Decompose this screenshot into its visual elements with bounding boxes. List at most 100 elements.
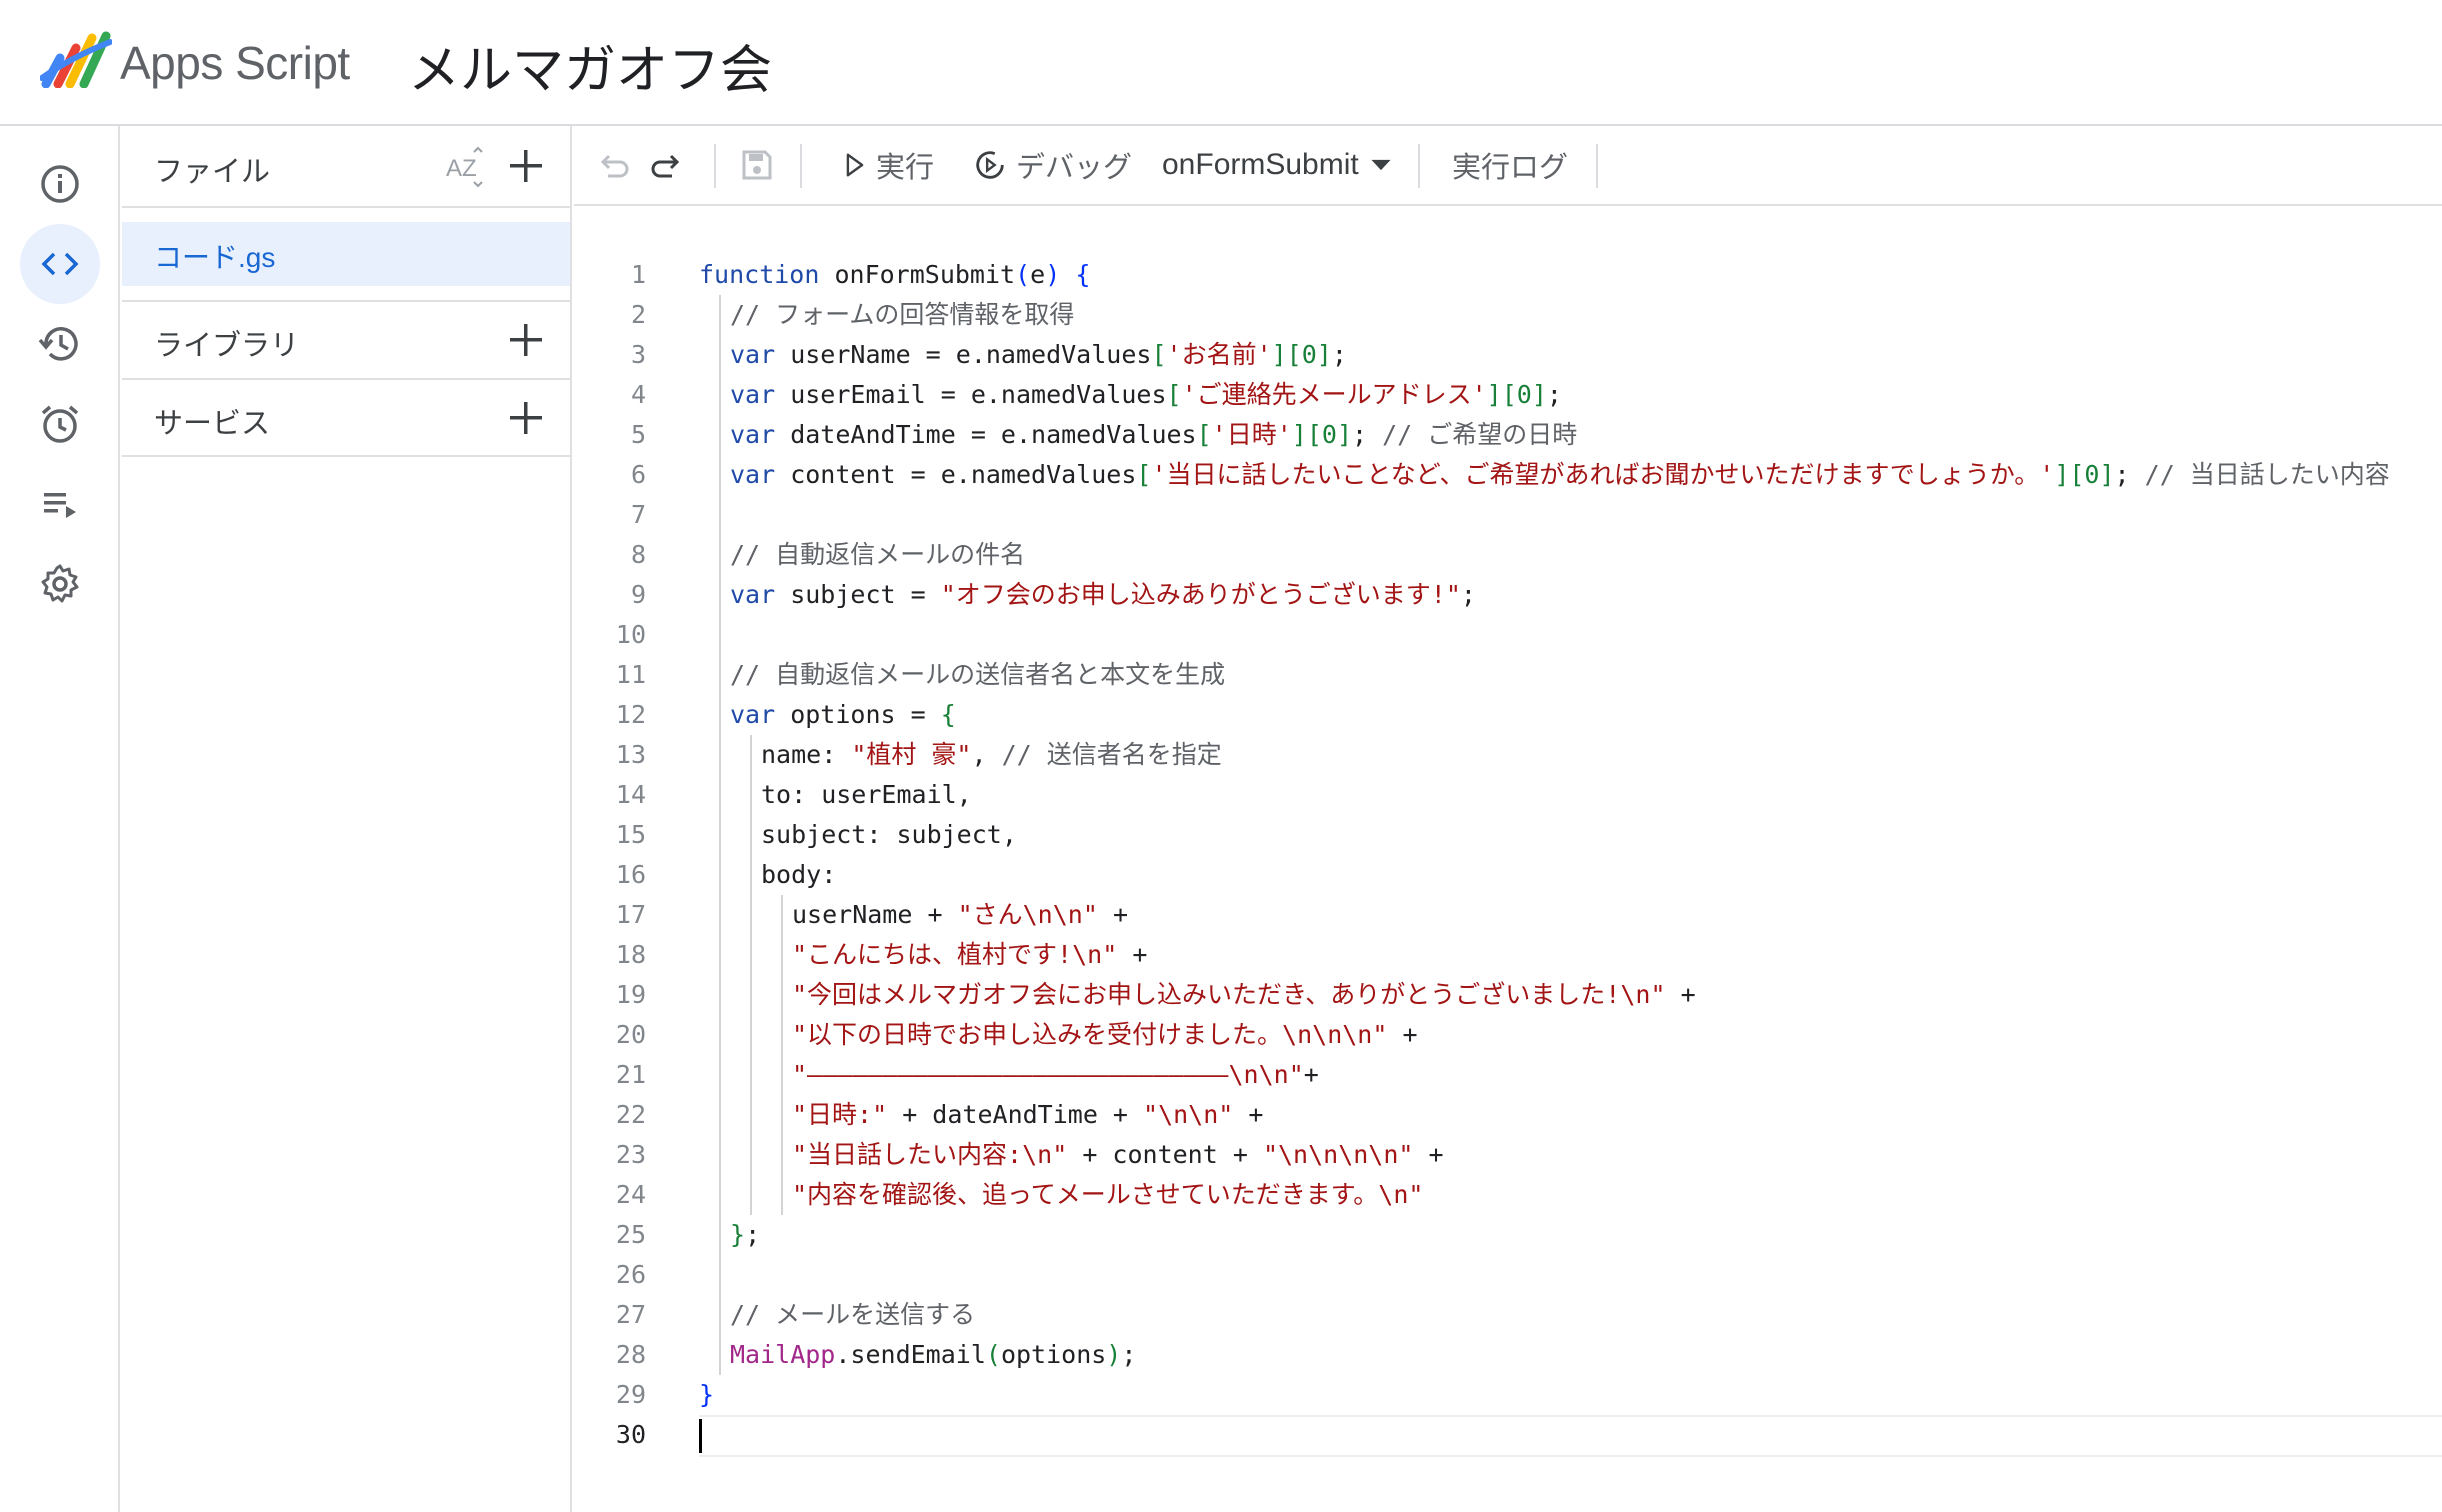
code-line[interactable]: 3 var userName = e.namedValues['お名前'][0];	[574, 335, 2442, 375]
dropdown-arrow-icon	[1371, 159, 1391, 171]
debug-button[interactable]: デバッグ	[972, 126, 1132, 204]
code-line[interactable]: 16 body:	[574, 855, 2442, 895]
history-button[interactable]	[20, 304, 100, 384]
code-line[interactable]: 17 userName + "さん\n\n" +	[574, 895, 2442, 935]
code-line[interactable]: 26	[574, 1255, 2442, 1295]
add-library-button[interactable]	[504, 318, 548, 362]
add-service-button[interactable]	[504, 396, 548, 440]
code-line[interactable]: 1 function onFormSubmit(e) {	[574, 255, 2442, 295]
code-line[interactable]: 23 "当日話したい内容:\n" + content + "\n\n\n\n" +	[574, 1135, 2442, 1175]
code-line[interactable]: 15 subject: subject,	[574, 815, 2442, 855]
services-section[interactable]: サービス	[122, 378, 570, 458]
code-token: content = e.namedValues	[775, 460, 1137, 489]
code-line[interactable]: 10	[574, 615, 2442, 655]
line-number: 3	[630, 340, 646, 369]
line-number: 4	[630, 380, 646, 409]
code-token: subject =	[775, 580, 941, 609]
function-select[interactable]: onFormSubmit	[1162, 126, 1395, 204]
redo-button[interactable]	[648, 126, 686, 204]
code-token: userName = e.namedValues	[775, 340, 1152, 369]
overview-button[interactable]	[20, 144, 100, 224]
code-editor[interactable]: 1 function onFormSubmit(e) {2// フォームの回答情報…	[574, 206, 2442, 1512]
code-token: +	[1303, 1060, 1319, 1089]
code-line[interactable]: 21 "————————————————————————————\n\n"+	[574, 1055, 2442, 1095]
line-number: 14	[615, 780, 646, 809]
libraries-section[interactable]: ライブラリ	[122, 300, 570, 380]
indent-guide	[719, 535, 721, 575]
code-line[interactable]: 22 "日時:" + dateAndTime + "\n\n" +	[574, 1095, 2442, 1135]
code-token: // 当日話したい内容	[2144, 460, 2390, 489]
editor-button[interactable]	[20, 224, 100, 304]
code-line[interactable]: 25};	[574, 1215, 2442, 1255]
file-item-code-gs[interactable]: コード.gs	[122, 222, 570, 286]
line-number: 17	[615, 900, 646, 929]
code-token: "さん\n\n"	[957, 900, 1098, 929]
code-line[interactable]: 19 "今回はメルマガオフ会にお申し込みいただき、ありがとうございました!\n" …	[574, 975, 2442, 1015]
toolbar-divider	[714, 144, 716, 188]
indent-guide	[750, 815, 752, 855]
code-line[interactable]: 6 var content = e.namedValues['当日に話したいことな…	[574, 455, 2442, 495]
indent-guide	[719, 495, 721, 535]
line-number: 11	[615, 660, 646, 689]
code-token: +	[1097, 900, 1128, 929]
code-line[interactable]: 14 to: userEmail,	[574, 775, 2442, 815]
gear-icon	[41, 564, 79, 603]
code-token: "以下の日時でお申し込みを受付けました。\n\n\n"	[792, 1020, 1388, 1049]
libraries-label: ライブラリ	[154, 330, 300, 362]
indent-guide	[750, 895, 752, 935]
line-number: 23	[615, 1140, 646, 1169]
code-line[interactable]: 29}	[574, 1375, 2442, 1415]
code-text: // 自動返信メールの件名	[730, 535, 1025, 575]
code-token: [	[1166, 380, 1182, 409]
code-line[interactable]: 24 "内容を確認後、追ってメールさせていただきます。\n"	[574, 1175, 2442, 1215]
add-file-button[interactable]	[504, 144, 548, 188]
code-token: "内容を確認後、追ってメールさせていただきます。\n"	[792, 1180, 1424, 1209]
code-text: to: userEmail,	[761, 775, 972, 815]
execution-log-button[interactable]: 実行ログ	[1452, 126, 1568, 204]
executions-button[interactable]	[20, 464, 100, 544]
indent-guide	[719, 975, 721, 1015]
code-line[interactable]: 9 var subject = "オフ会のお申し込みありがとうございます!";	[574, 575, 2442, 615]
info-icon	[41, 165, 79, 203]
file-name: コード.gs	[154, 242, 276, 273]
code-line[interactable]: 30	[574, 1415, 2442, 1457]
run-button[interactable]: 実行	[840, 126, 934, 204]
line-number: 10	[615, 620, 646, 649]
code-token: options =	[775, 700, 941, 729]
app-name[interactable]: Apps Script	[120, 36, 350, 90]
project-title[interactable]: メルマガオフ会	[408, 28, 772, 103]
code-line[interactable]: 20 "以下の日時でお申し込みを受付けました。\n\n\n" +	[574, 1015, 2442, 1055]
code-token: options	[1000, 1340, 1107, 1369]
code-token: }	[699, 1380, 715, 1409]
code-lines[interactable]: 1 function onFormSubmit(e) {2// フォームの回答情報…	[574, 255, 2442, 1457]
code-token: +	[1413, 1140, 1444, 1169]
code-line[interactable]: 27 // メールを送信する	[574, 1295, 2442, 1335]
code-token: "\n\n"	[1143, 1100, 1234, 1129]
apps-script-logo[interactable]	[40, 28, 112, 88]
code-line[interactable]: 4 var userEmail = e.namedValues['ご連絡先メールア…	[574, 375, 2442, 415]
code-token: ][	[1271, 340, 1302, 369]
code-line[interactable]: 18 "こんにちは、植村です!\n" +	[574, 935, 2442, 975]
code-token: ;	[1546, 380, 1562, 409]
settings-button[interactable]	[20, 544, 100, 624]
code-token: userEmail = e.namedValues	[775, 380, 1167, 409]
code-line[interactable]: 12 var options = {	[574, 695, 2442, 735]
code-token: "日時:"	[792, 1100, 888, 1129]
code-line[interactable]: 28 MailApp.sendEmail(options);	[574, 1335, 2442, 1375]
code-line[interactable]: 7	[574, 495, 2442, 535]
indent-guide	[719, 735, 721, 775]
save-button[interactable]	[738, 126, 776, 204]
code-line[interactable]: 11 // 自動返信メールの送信者名と本文を生成	[574, 655, 2442, 695]
undo-button[interactable]	[594, 126, 632, 204]
code-line[interactable]: 8 // 自動返信メールの件名	[574, 535, 2442, 575]
code-line[interactable]: 2 // フォームの回答情報を取得	[574, 295, 2442, 335]
code-line[interactable]: 5 var dateAndTime = e.namedValues['日時'][0…	[574, 415, 2442, 455]
code-token: ;	[1460, 580, 1476, 609]
code-line[interactable]: 13 name: "植村 豪", // 送信者名を指定	[574, 735, 2442, 775]
sort-az-icon[interactable]: AZ	[444, 146, 488, 190]
triggers-button[interactable]	[20, 384, 100, 464]
svg-text:AZ: AZ	[446, 155, 477, 182]
code-token: ]	[1531, 380, 1547, 409]
line-number: 27	[615, 1300, 646, 1329]
indent-guide	[781, 1095, 783, 1135]
